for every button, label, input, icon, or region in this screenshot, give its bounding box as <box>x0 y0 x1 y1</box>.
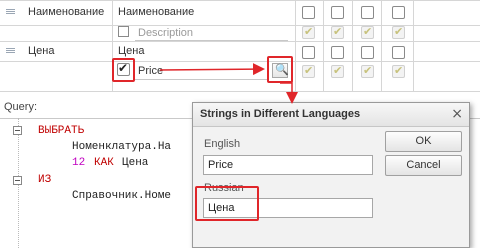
grid-line <box>0 25 480 26</box>
cancel-button[interactable]: Cancel <box>385 155 462 176</box>
row-handle-icon[interactable] <box>6 48 15 53</box>
collapse-icon[interactable] <box>13 176 22 185</box>
disabled-checkbox: ✔ <box>361 64 374 78</box>
grid-line <box>381 0 382 92</box>
button-highlight <box>267 56 293 83</box>
option-checkbox[interactable] <box>302 6 315 19</box>
option-checkbox[interactable] <box>302 46 315 59</box>
english-label: English <box>204 138 241 150</box>
presentation-sub-cell[interactable]: Price <box>138 65 163 77</box>
close-icon[interactable]: × <box>451 106 463 122</box>
russian-field-highlight <box>195 186 259 221</box>
grid-line <box>0 61 480 62</box>
query-text: Цена <box>122 157 149 169</box>
query-keyword: КАК <box>94 157 114 169</box>
presentation-sub-cell[interactable]: Description <box>138 27 193 39</box>
presentation-cell[interactable]: Цена <box>118 45 144 57</box>
disabled-checkbox: ✔ <box>392 25 405 39</box>
checkmark-icon: ✔ <box>333 25 343 38</box>
disabled-checkbox: ✔ <box>331 64 344 78</box>
option-checkbox[interactable] <box>331 6 344 19</box>
checkmark-icon: ✔ <box>363 64 373 77</box>
disabled-checkbox: ✔ <box>302 25 315 39</box>
checkmark-icon: ✔ <box>394 25 404 38</box>
dialog-titlebar[interactable]: Strings in Different Languages × <box>193 103 469 127</box>
option-checkbox[interactable] <box>361 6 374 19</box>
option-checkbox[interactable] <box>392 46 405 59</box>
option-checkbox[interactable] <box>392 6 405 19</box>
ok-button[interactable]: OK <box>385 131 462 152</box>
checkmark-icon: ✔ <box>363 25 373 38</box>
query-keyword: ИЗ <box>38 174 52 186</box>
checkmark-icon: ✔ <box>304 25 314 38</box>
option-checkbox[interactable] <box>361 46 374 59</box>
grid-line <box>413 0 414 92</box>
field-name-cell[interactable]: Наименование <box>28 6 104 18</box>
checkmark-icon: ✔ <box>333 64 343 77</box>
dialog-title: Strings in Different Languages <box>200 108 361 120</box>
field-underline <box>135 79 268 80</box>
grid-line <box>352 0 353 92</box>
disabled-checkbox: ✔ <box>392 64 405 78</box>
grid-line <box>0 41 480 42</box>
query-text: Справочник.Номе <box>72 190 172 202</box>
query-label: Query: <box>4 101 38 113</box>
collapse-icon[interactable] <box>13 126 22 135</box>
checkmark-icon: ✔ <box>304 64 314 77</box>
query-text: Номенклатура.На <box>72 141 172 153</box>
query-keyword: ВЫБРАТЬ <box>38 125 85 137</box>
query-number: 12 <box>72 157 86 169</box>
option-checkbox[interactable] <box>331 46 344 59</box>
disabled-checkbox: ✔ <box>302 64 315 78</box>
checkbox-highlight <box>112 58 135 82</box>
disabled-checkbox: ✔ <box>331 25 344 39</box>
field-name-cell[interactable]: Цена <box>28 45 54 57</box>
presentation-cell[interactable]: Наименование <box>118 6 194 18</box>
strings-dialog: Strings in Different Languages × English… <box>192 102 470 248</box>
grid-line <box>0 91 480 92</box>
english-field[interactable] <box>203 155 373 175</box>
field-underline <box>135 40 288 41</box>
description-checkbox[interactable] <box>118 26 129 37</box>
checkmark-icon: ✔ <box>394 64 404 77</box>
disabled-checkbox: ✔ <box>361 25 374 39</box>
grid-line <box>295 0 296 92</box>
grid-line <box>0 0 480 1</box>
row-handle-icon[interactable] <box>6 9 15 14</box>
fields-grid: Наименование Наименование Description ✔ … <box>0 0 480 92</box>
grid-line <box>323 0 324 92</box>
